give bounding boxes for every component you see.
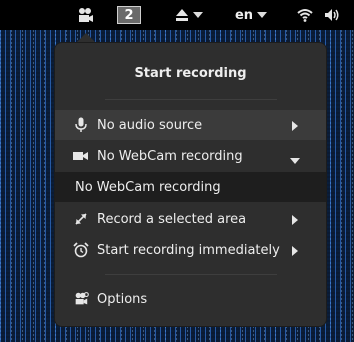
audio-source-label: No audio source xyxy=(97,117,203,133)
chevron-down-icon xyxy=(193,12,203,18)
screencast-icon xyxy=(76,7,94,23)
language-selector[interactable]: en xyxy=(231,0,271,30)
recording-menu: Start recording No audio source No WebCa… xyxy=(54,42,327,327)
language-label: en xyxy=(234,7,254,23)
screencast-indicator[interactable] xyxy=(73,0,97,30)
workspace-indicator[interactable]: 2 xyxy=(117,6,141,24)
options-icon xyxy=(73,291,89,307)
eject-menu[interactable] xyxy=(168,0,210,30)
start-immediately-label: Start recording immediately xyxy=(97,242,280,258)
chevron-down-icon xyxy=(257,12,268,18)
area-select-item[interactable]: Record a selected area xyxy=(55,204,326,234)
chevron-right-icon xyxy=(292,214,298,229)
chevron-right-icon xyxy=(292,245,298,260)
wifi-indicator[interactable] xyxy=(294,0,316,30)
webcam-submenu-label: No WebCam recording xyxy=(75,179,221,195)
separator xyxy=(105,99,277,100)
area-select-icon xyxy=(73,211,89,227)
volume-icon xyxy=(324,8,340,22)
start-immediately-item[interactable]: Start recording immediately xyxy=(55,235,326,265)
volume-indicator[interactable] xyxy=(320,0,344,30)
wifi-icon xyxy=(297,8,313,22)
webcam-label: No WebCam recording xyxy=(97,148,243,164)
eject-icon xyxy=(175,8,189,22)
area-select-label: Record a selected area xyxy=(97,211,247,227)
top-panel: 2 en xyxy=(0,0,354,30)
webcam-submenu-option[interactable]: No WebCam recording xyxy=(55,172,326,202)
chevron-down-icon xyxy=(290,153,300,168)
separator xyxy=(105,274,277,275)
alarm-clock-icon xyxy=(73,242,89,258)
audio-source-item[interactable]: No audio source xyxy=(55,110,326,140)
microphone-icon xyxy=(73,117,89,133)
chevron-right-icon xyxy=(292,120,298,135)
options-label: Options xyxy=(97,291,148,307)
webcam-icon xyxy=(73,148,89,164)
webcam-item[interactable]: No WebCam recording xyxy=(55,141,326,171)
options-item[interactable]: Options xyxy=(55,284,326,314)
menu-title: Start recording xyxy=(134,66,247,81)
